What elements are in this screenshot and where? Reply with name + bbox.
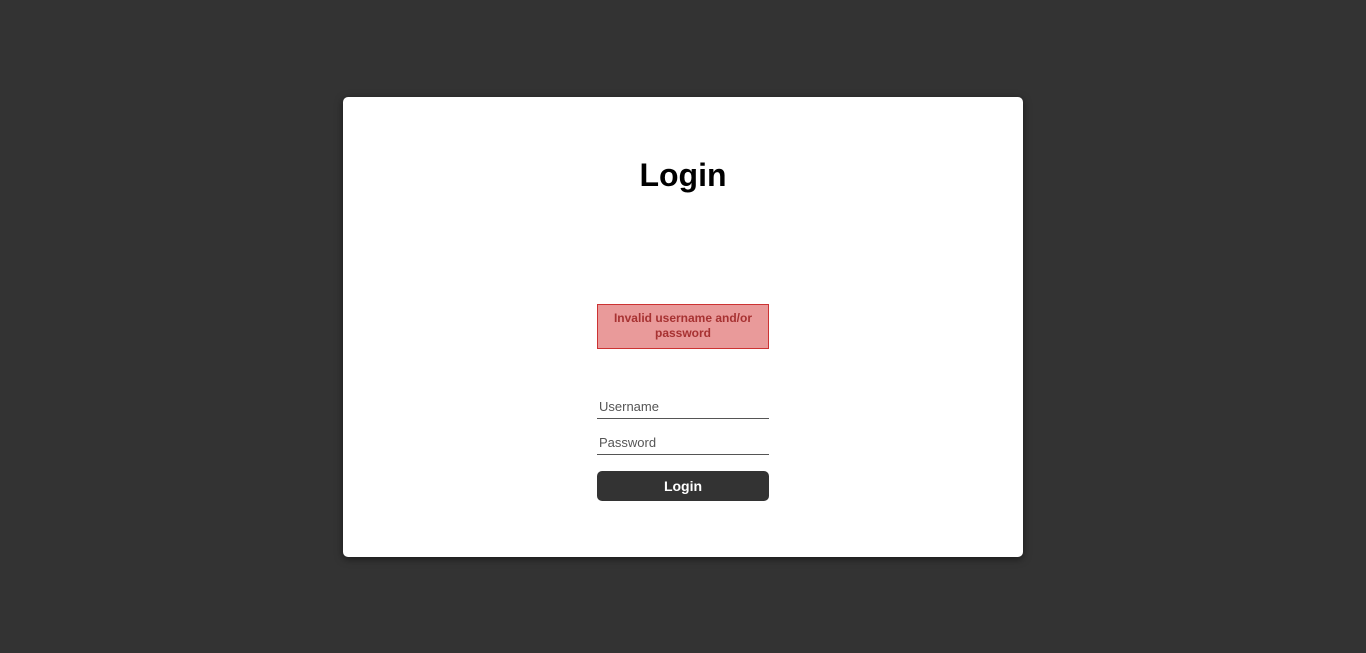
error-message: Invalid username and/or password [597,304,769,349]
username-row [597,393,769,429]
username-input[interactable] [597,393,769,419]
password-row [597,429,769,465]
login-title: Login [639,157,726,194]
password-input[interactable] [597,429,769,455]
login-button[interactable]: Login [597,471,769,501]
login-card: Login Invalid username and/or password L… [343,97,1023,557]
